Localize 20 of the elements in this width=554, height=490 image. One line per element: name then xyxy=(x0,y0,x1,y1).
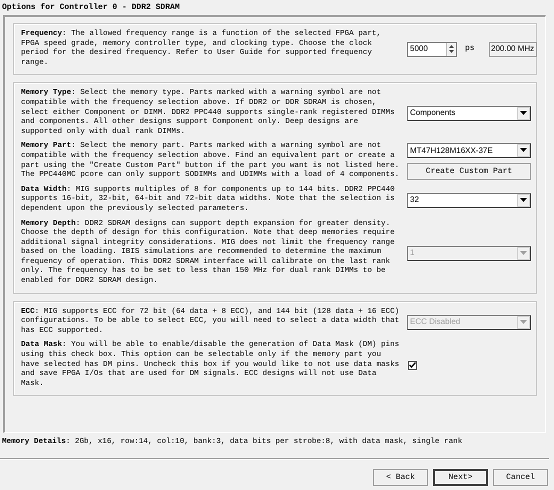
dropdown[interactable]: Components xyxy=(407,106,531,121)
dropdown-arrow-icon xyxy=(520,250,527,256)
spin-up-icon[interactable] xyxy=(449,45,454,48)
dropdown-arrow-icon xyxy=(520,198,527,203)
dropdown[interactable]: MT47H128M16XX-37E xyxy=(407,143,531,158)
frequency-readout: 200.00 MHz xyxy=(488,42,537,57)
create-custom-part-button[interactable]: Create Custom Part xyxy=(407,163,531,180)
data-mask-checkbox[interactable] xyxy=(408,360,417,370)
wizard-button[interactable]: Cancel xyxy=(493,469,548,486)
dropdown-arrow-icon xyxy=(520,320,527,325)
unit-label: ps xyxy=(465,43,475,56)
period-spin-field[interactable]: 5000 xyxy=(407,42,457,57)
dropdown-arrow-icon xyxy=(520,148,527,154)
dropdown-arrow-icon xyxy=(520,110,527,116)
spin-down-icon[interactable] xyxy=(449,50,454,54)
window-title: Options for Controller 0 - DDR2 SDRAM xyxy=(1,2,181,14)
checkmark-icon xyxy=(409,362,416,368)
dropdown[interactable]: 32 xyxy=(407,192,531,208)
wizard-button[interactable]: Next> xyxy=(433,469,488,486)
wizard-button[interactable]: < Back xyxy=(373,469,428,486)
